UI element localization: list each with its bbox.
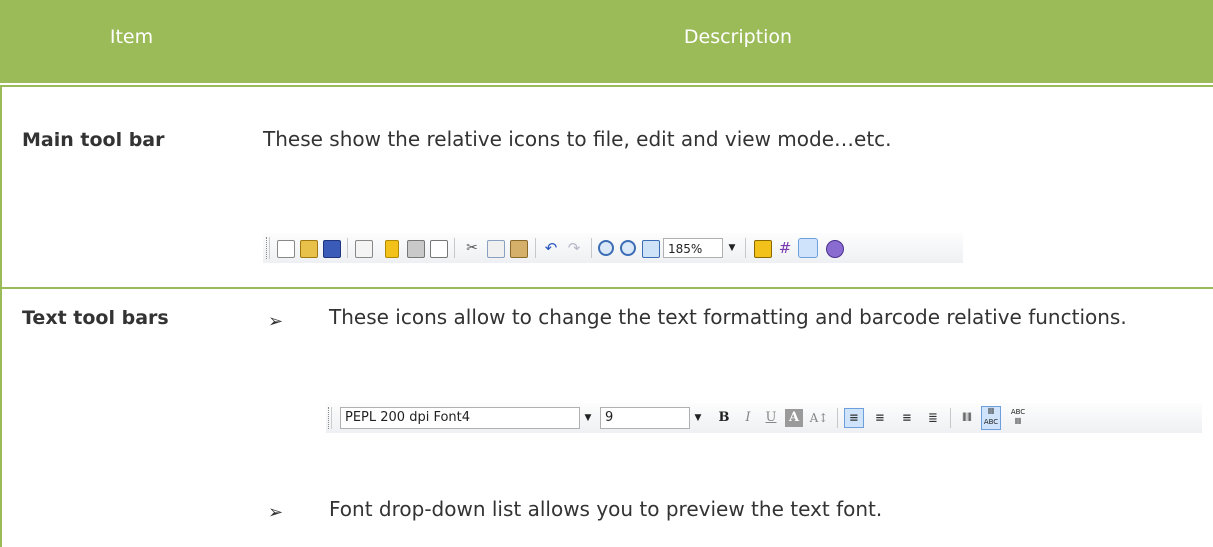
text-toolbar-image: PEPL 200 dpi Font4 ▼ 9 ▼ B I U A A↕ ≡ ≡ …	[326, 403, 1202, 433]
bold-icon[interactable]: B	[715, 409, 733, 427]
main-toolbar-image: ✂ ↶ ↷ 185% ▼ #	[263, 233, 963, 263]
grid-icon[interactable]: #	[777, 240, 793, 256]
copy-icon[interactable]	[487, 240, 505, 258]
shade-icon[interactable]: A	[785, 409, 803, 427]
barcode-bars: ⦀⦀	[1014, 417, 1022, 426]
toolbar-grip	[328, 407, 332, 429]
align-left-icon[interactable]: ≡	[844, 408, 864, 428]
toolbar-separator	[535, 238, 536, 258]
header-description: Description	[683, 26, 793, 48]
save-icon[interactable]	[323, 240, 341, 258]
row-label-text-toolbars: Text tool bars	[22, 307, 169, 329]
barcode-text-above-icon[interactable]: ABC ⦀⦀	[1009, 407, 1027, 429]
chevron-down-icon[interactable]: ▼	[725, 238, 739, 258]
toolbar-separator	[950, 408, 951, 428]
barcode-icon[interactable]: ⦀⦀	[958, 409, 976, 427]
fit-page-icon[interactable]	[642, 240, 660, 258]
bullet-text-formatting: These icons allow to change the text for…	[329, 305, 1127, 329]
database-icon[interactable]	[385, 240, 399, 258]
toolbar-grip	[266, 237, 270, 259]
undo-icon[interactable]: ↶	[543, 240, 559, 256]
bullet-icon: ➢	[268, 311, 284, 332]
ruler-icon[interactable]	[754, 240, 772, 258]
open-folder-icon[interactable]	[300, 240, 318, 258]
barcode-caption: ABC	[1010, 408, 1026, 416]
select-pointer-icon[interactable]	[798, 238, 818, 258]
font-size-dropdown[interactable]: 9	[600, 407, 690, 429]
chevron-down-icon[interactable]: ▼	[691, 407, 705, 429]
object-icon[interactable]	[826, 240, 844, 258]
font-dropdown[interactable]: PEPL 200 dpi Font4	[340, 407, 580, 429]
row-description-main-toolbar: These show the relative icons to file, e…	[263, 127, 892, 151]
row-label-main-toolbar: Main tool bar	[22, 129, 165, 151]
toolbar-separator	[347, 238, 348, 258]
cut-icon[interactable]: ✂	[464, 240, 480, 256]
print-preview-icon[interactable]	[430, 240, 448, 258]
header-item: Item	[109, 26, 154, 48]
new-file-icon[interactable]	[277, 240, 295, 258]
bullet-icon: ➢	[268, 502, 284, 523]
print-icon[interactable]	[407, 240, 425, 258]
barcode-caption: ABC	[983, 418, 999, 426]
font-size-adjust-icon[interactable]: A↕	[808, 409, 830, 427]
justify-icon[interactable]: ≣	[924, 409, 942, 427]
align-center-icon[interactable]: ≡	[871, 409, 889, 427]
paste-icon[interactable]	[510, 240, 528, 258]
toolbar-separator	[591, 238, 592, 258]
toolbar-separator	[837, 408, 838, 428]
zoom-out-icon[interactable]	[620, 240, 636, 256]
italic-icon[interactable]: I	[739, 409, 757, 427]
bullet-text-font-preview: Font drop-down list allows you to previe…	[329, 497, 883, 521]
redo-icon[interactable]: ↷	[566, 240, 582, 256]
page-setup-icon[interactable]	[355, 240, 373, 258]
underline-icon[interactable]: U	[762, 409, 780, 427]
barcode-bars: ⦀⦀	[987, 407, 995, 416]
toolbar-separator	[454, 238, 455, 258]
toolbar-separator	[745, 238, 746, 258]
row-divider	[0, 287, 1213, 289]
barcode-text-below-icon[interactable]: ⦀⦀ ABC	[981, 406, 1001, 430]
align-right-icon[interactable]: ≡	[898, 409, 916, 427]
toolbar-description-table: Item Description Main tool bar These sho…	[0, 0, 1213, 547]
table-header: Item Description	[0, 0, 1213, 83]
zoom-combo[interactable]: 185%	[663, 238, 723, 258]
chevron-down-icon[interactable]: ▼	[581, 407, 595, 429]
left-border	[0, 87, 2, 547]
header-divider	[0, 85, 1213, 87]
zoom-in-icon[interactable]	[598, 240, 614, 256]
